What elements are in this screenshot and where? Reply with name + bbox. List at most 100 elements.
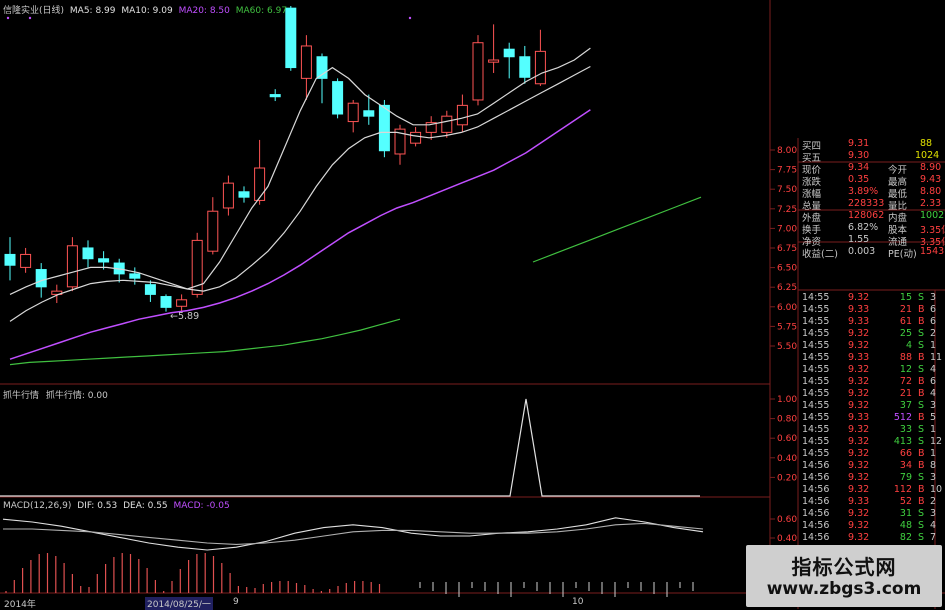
date-axis-cursor[interactable]: 2014/08/25/一 bbox=[145, 597, 213, 610]
quote-row: 外盘128062内盘100271 bbox=[800, 210, 945, 224]
tick-side: B bbox=[918, 376, 925, 387]
tick-price: 9.32 bbox=[848, 400, 870, 411]
macd-title[interactable]: MACD(12,26,9) bbox=[3, 501, 71, 511]
tick-volume: 33 bbox=[899, 424, 912, 435]
tick-price: 9.33 bbox=[848, 352, 870, 363]
quote-row: 总量 228333 量比 2.33 bbox=[800, 198, 945, 212]
indicator-header: 抓牛行情 抓牛行情: 0.00 bbox=[3, 388, 108, 401]
quote-value-2: 9.43 bbox=[920, 174, 942, 185]
tick-side: S bbox=[918, 400, 925, 411]
buy5-price: 9.30 bbox=[848, 150, 870, 161]
tick-time: 14:56 bbox=[802, 460, 830, 471]
price-tick-label-4: 7.00 bbox=[777, 224, 797, 234]
tick-price: 9.33 bbox=[848, 316, 870, 327]
tick-time: 14:55 bbox=[802, 364, 830, 375]
buy5-row: 买五 9.30 1024 bbox=[800, 150, 945, 164]
tick-volume: 413 bbox=[893, 436, 912, 447]
tick-side: B bbox=[918, 496, 925, 507]
tick-row: 14:56 9.32 34 B 8 bbox=[800, 460, 945, 472]
price-tick-label-1: 7.75 bbox=[777, 166, 797, 176]
quote-value-2: 8.90 bbox=[920, 162, 942, 173]
macd-tick-label-1: 0.40 bbox=[777, 534, 797, 544]
quote-row: 收益(二) 0.003 PE(动)1543.6 bbox=[800, 246, 945, 260]
tick-count: 4 bbox=[930, 388, 937, 399]
tick-time: 14:55 bbox=[802, 340, 830, 351]
tick-time: 14:55 bbox=[802, 316, 830, 327]
watermark-title: 指标公式网 bbox=[791, 555, 897, 579]
candle-body-15 bbox=[238, 191, 250, 198]
ma10-label: MA10: 9.09 bbox=[121, 6, 173, 16]
tick-time: 14:55 bbox=[802, 292, 830, 303]
tick-side: S bbox=[918, 520, 925, 531]
indicator-title[interactable]: 抓牛行情 bbox=[3, 391, 39, 401]
tick-price: 9.33 bbox=[848, 496, 870, 507]
tick-count: 3 bbox=[930, 472, 937, 483]
tick-side: B bbox=[918, 448, 925, 459]
tick-time: 14:55 bbox=[802, 376, 830, 387]
quote-row: 涨幅 3.89% 最低 8.80 bbox=[800, 186, 945, 200]
chart-header: 信隆实业(日线) MA5: 8.99 MA10: 9.09 MA20: 8.50… bbox=[3, 3, 287, 16]
tick-count: 7 bbox=[930, 532, 937, 543]
tick-volume: 66 bbox=[899, 448, 912, 459]
candle-body-0 bbox=[4, 253, 16, 266]
tick-volume: 79 bbox=[899, 472, 912, 483]
tick-side: S bbox=[918, 472, 925, 483]
ind-tick-label-3: 0.40 bbox=[777, 454, 797, 464]
tick-row: 14:55 9.32 15 S 3 bbox=[800, 292, 945, 304]
candle-body-26 bbox=[410, 131, 422, 144]
quote-value: 228333 bbox=[848, 198, 885, 209]
tick-count: 11 bbox=[930, 352, 943, 363]
tick-time: 14:56 bbox=[802, 496, 830, 507]
ind-tick-label-1: 0.80 bbox=[777, 415, 797, 425]
tick-side: S bbox=[918, 364, 925, 375]
tick-count: 4 bbox=[930, 520, 937, 531]
tick-volume: 21 bbox=[899, 304, 912, 315]
tick-volume: 88 bbox=[899, 352, 912, 363]
quote-value-2: 1543.6 bbox=[920, 246, 945, 257]
quote-row: 涨跌 0.35 最高 9.43 bbox=[800, 174, 945, 188]
tick-volume: 61 bbox=[899, 316, 912, 327]
candle-body-10 bbox=[160, 296, 172, 308]
ma5-label: MA5: 8.99 bbox=[69, 6, 116, 16]
quote-value-2: 8.80 bbox=[920, 186, 942, 197]
tick-price: 9.32 bbox=[848, 484, 870, 495]
quote-value: 0.003 bbox=[848, 246, 876, 257]
tick-volume: 82 bbox=[899, 532, 912, 543]
tick-volume: 25 bbox=[899, 328, 912, 339]
tick-time: 14:55 bbox=[802, 400, 830, 411]
price-tick-label-0: 8.00 bbox=[777, 146, 797, 156]
tick-side: B bbox=[918, 412, 925, 423]
candle-body-13 bbox=[207, 210, 219, 252]
price-tick-label-3: 7.25 bbox=[777, 205, 797, 215]
candle-body-6 bbox=[98, 258, 110, 263]
tick-row: 14:55 9.32 413 S 12 bbox=[800, 436, 945, 448]
candle-body-31 bbox=[488, 59, 500, 63]
tick-time: 14:56 bbox=[802, 520, 830, 531]
ma60-line-late bbox=[532, 196, 702, 263]
tick-time: 14:55 bbox=[802, 388, 830, 399]
tick-volume: 34 bbox=[899, 460, 912, 471]
stock-name[interactable]: 信隆实业(日线) bbox=[3, 6, 64, 16]
date-axis-month-10: 10 bbox=[572, 597, 584, 607]
price-tick-label-2: 7.50 bbox=[777, 185, 797, 195]
ma60-line bbox=[9, 318, 401, 366]
candle-body-18 bbox=[285, 7, 297, 69]
ma60-label: MA60: 6.97 bbox=[235, 6, 288, 16]
tick-volume: 15 bbox=[899, 292, 912, 303]
tick-count: 10 bbox=[930, 484, 943, 495]
marker-dot-2 bbox=[408, 16, 412, 20]
candle-body-21 bbox=[332, 81, 344, 115]
tick-price: 9.32 bbox=[848, 328, 870, 339]
tick-row: 14:55 9.33 21 B 6 bbox=[800, 304, 945, 316]
tick-side: S bbox=[918, 292, 925, 303]
tick-count: 6 bbox=[930, 316, 937, 327]
macd-dea: DEA: 0.55 bbox=[123, 501, 168, 511]
ma10-line bbox=[9, 65, 591, 322]
tick-row: 14:56 9.32 48 S 4 bbox=[800, 520, 945, 532]
tick-count: 6 bbox=[930, 304, 937, 315]
tick-price: 9.33 bbox=[848, 304, 870, 315]
tick-price: 9.32 bbox=[848, 448, 870, 459]
quote-value: 0.35 bbox=[848, 174, 870, 185]
tick-price: 9.32 bbox=[848, 520, 870, 531]
tick-price: 9.32 bbox=[848, 436, 870, 447]
